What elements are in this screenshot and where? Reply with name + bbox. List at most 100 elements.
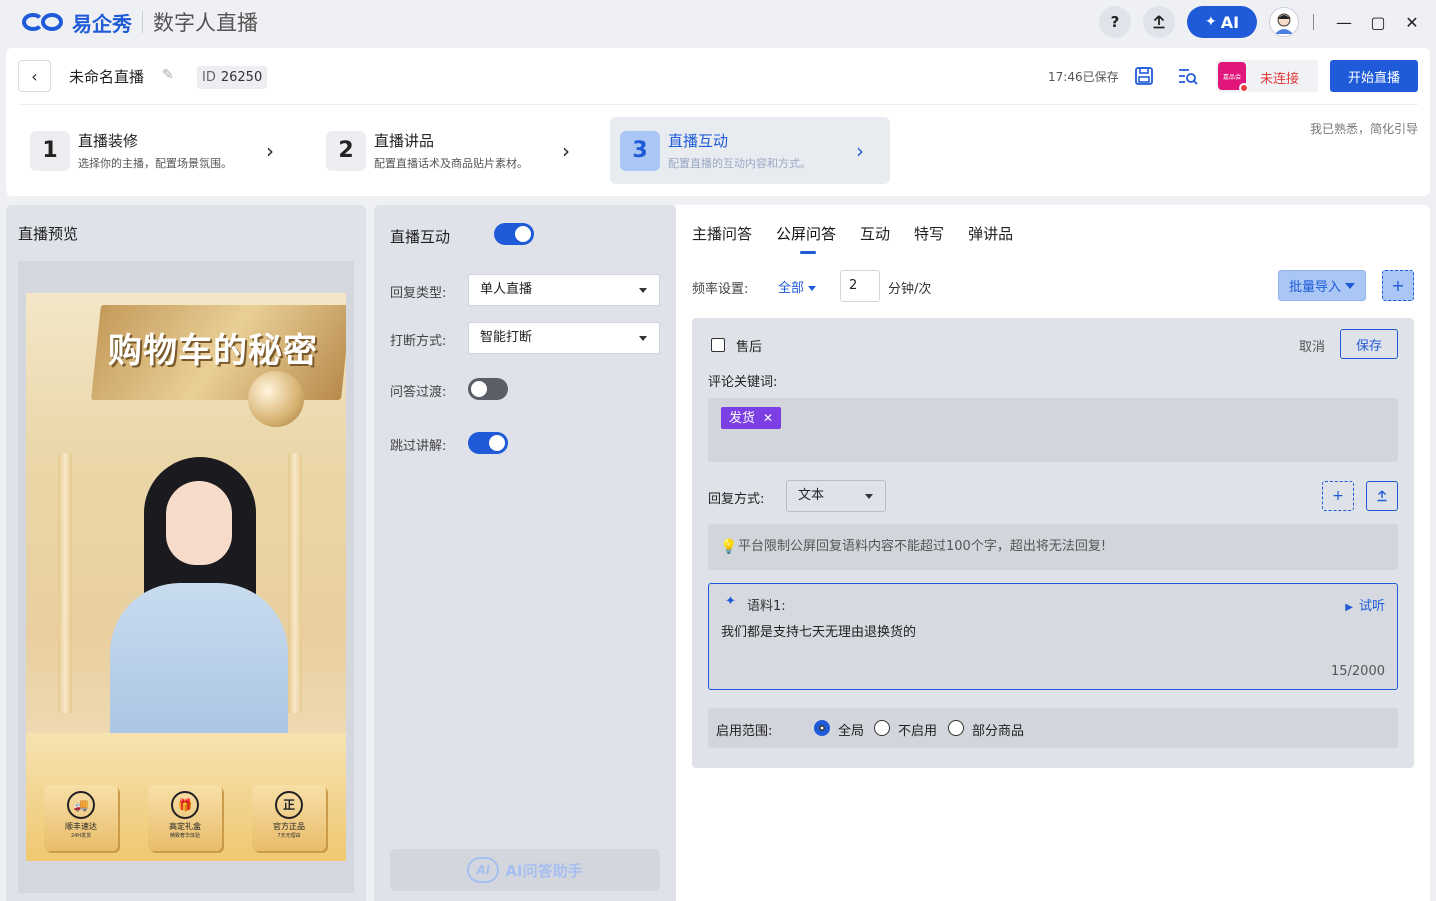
save-button[interactable]: 保存 xyxy=(1340,329,1398,359)
decor-pillar xyxy=(288,453,302,713)
chevron-left-icon: ‹ xyxy=(31,66,38,86)
skip-toggle[interactable] xyxy=(468,432,508,454)
header-card: ‹ 未命名直播 ✎ ID 26250 17:46已保存 嘉品会 未连接 开始直播 … xyxy=(6,48,1430,196)
banner-title: 购物车的秘密 xyxy=(108,331,318,371)
start-live-button[interactable]: 开始直播 xyxy=(1330,60,1418,92)
step-desc: 选择你的主播，配置场景氛围。 xyxy=(78,157,232,170)
try-listen-button[interactable]: ▶ 试听 xyxy=(1345,595,1385,614)
brand-name: 易企秀 xyxy=(72,11,132,36)
edit-icon[interactable]: ✎ xyxy=(162,67,174,83)
upload-button[interactable] xyxy=(1143,6,1175,38)
ai-assistant-button[interactable]: AI AI问答助手 xyxy=(390,849,660,891)
scope-global-radio[interactable] xyxy=(814,720,830,736)
back-button[interactable]: ‹ xyxy=(18,60,51,92)
step-2[interactable]: 2 直播讲品 配置直播话术及商品贴片素材。 › xyxy=(316,117,586,184)
upload-corpus-button[interactable] xyxy=(1366,481,1398,511)
step-number: 1 xyxy=(30,130,70,171)
project-id-badge: ID 26250 xyxy=(197,66,268,89)
step-desc: 配置直播的互动内容和方式。 xyxy=(668,157,811,170)
badge-label: 官方正品 xyxy=(273,822,305,831)
decor-pillar xyxy=(58,453,72,713)
window-divider xyxy=(1313,14,1314,30)
qa-select-checkbox[interactable] xyxy=(711,338,725,352)
step-1[interactable]: 1 直播装修选择你的主播，配置场景氛围。 › xyxy=(20,117,290,184)
title-bar: 易企秀 数字人直播 ? ✦ AI — ▢ ✕ xyxy=(0,0,1436,44)
try-listen-label: 试听 xyxy=(1358,599,1385,614)
maximize-button[interactable]: ▢ xyxy=(1368,13,1388,32)
qa-title: 售后 xyxy=(736,340,763,355)
caret-down-icon xyxy=(639,336,647,341)
frequency-label: 频率设置: xyxy=(692,282,749,297)
scope-label: 启用范围: xyxy=(716,724,773,739)
add-qa-button[interactable]: + xyxy=(1382,270,1414,301)
shop-connection[interactable]: 嘉品会 未连接 xyxy=(1216,60,1318,93)
chevron-right-icon: › xyxy=(856,139,864,163)
step-3[interactable]: 3 直播互动 配置直播的互动内容和方式。 › xyxy=(610,117,890,184)
truck-icon: 🚚 xyxy=(67,791,95,819)
tab-public-qa[interactable]: 公屏问答 xyxy=(776,223,836,254)
chevron-right-icon: › xyxy=(266,139,274,163)
search-list-icon xyxy=(1179,69,1198,85)
scope-disabled-radio[interactable] xyxy=(874,720,890,736)
corpus-label: 语料1: xyxy=(747,599,786,614)
reply-method-label: 回复方式: xyxy=(708,492,765,507)
save-draft-button[interactable] xyxy=(1132,64,1156,88)
genuine-icon: 正 xyxy=(275,791,303,819)
help-button[interactable]: ? xyxy=(1099,6,1131,38)
id-value: 26250 xyxy=(220,70,263,85)
frequency-unit: 分钟/次 xyxy=(888,282,932,297)
batch-import-button[interactable]: 批量导入 xyxy=(1278,270,1366,301)
gold-sphere xyxy=(248,371,304,427)
badge-genuine: 正 官方正品 7天无理由 xyxy=(252,785,326,851)
close-button[interactable]: ✕ xyxy=(1402,13,1422,32)
app-logo: 易企秀 xyxy=(22,8,132,37)
reply-method-select[interactable]: 文本 xyxy=(786,480,886,512)
minimize-button[interactable]: — xyxy=(1334,13,1354,32)
logo-mark-icon xyxy=(22,11,68,33)
interrupt-select[interactable]: 智能打断 xyxy=(468,322,660,354)
step-number: 2 xyxy=(326,130,366,171)
tab-interaction[interactable]: 互动 xyxy=(860,223,890,244)
interaction-toggle[interactable] xyxy=(494,223,534,245)
badge-gift: 🎁 高定礼盒 精致奢华体验 xyxy=(148,785,222,851)
tab-host-qa[interactable]: 主播问答 xyxy=(692,223,752,244)
close-icon[interactable]: ✕ xyxy=(763,411,773,425)
tab-popup-product[interactable]: 弹讲品 xyxy=(968,223,1013,244)
user-avatar-icon xyxy=(1275,13,1293,34)
keyword-input[interactable]: 发货 ✕ xyxy=(708,398,1398,462)
corpus-editor[interactable]: ✦ 语料1: ▶ 试听 我们都是支持七天无理由退换货的 15/2000 xyxy=(708,583,1398,690)
gift-icon: 🎁 xyxy=(171,791,199,819)
corpus-text[interactable]: 我们都是支持七天无理由退换货的 xyxy=(721,621,916,640)
frequency-scope-dropdown[interactable]: 全部 xyxy=(778,277,817,296)
char-count: 15/2000 xyxy=(1330,664,1385,679)
badge-sub: 24H发货 xyxy=(70,833,92,839)
caret-down-icon xyxy=(865,494,873,499)
add-corpus-button[interactable]: + xyxy=(1322,481,1354,511)
caret-down-icon xyxy=(639,288,647,293)
step-title: 直播装修 xyxy=(78,132,139,150)
user-avatar[interactable] xyxy=(1269,7,1299,37)
upload-icon xyxy=(1377,490,1387,502)
preview-frame: 购物车的秘密 🚚 顺丰速达 24H发货 🎁 高定礼盒 精致奢华体验 正 官方正品… xyxy=(18,261,354,893)
ai-button-label: AI xyxy=(1220,12,1240,32)
frequency-input[interactable]: 2 xyxy=(840,270,880,302)
interrupt-label: 打断方式: xyxy=(390,334,447,349)
caret-down-icon xyxy=(808,286,817,291)
interaction-settings-panel: 直播互动 回复类型: 单人直播 打断方式: 智能打断 问答过渡: 跳过讲解: A… xyxy=(374,205,676,901)
presenter-face xyxy=(166,481,232,565)
simplify-guide-link[interactable]: 我已熟悉，简化引导 xyxy=(1310,120,1418,137)
search-list-button[interactable] xyxy=(1176,64,1200,88)
tab-closeup[interactable]: 特写 xyxy=(914,223,944,244)
project-name: 未命名直播 xyxy=(69,68,145,86)
keyword-tag: 发货 ✕ xyxy=(721,407,782,429)
help-icon: ? xyxy=(1110,13,1120,31)
transition-toggle[interactable] xyxy=(468,378,508,400)
cancel-button[interactable]: 取消 xyxy=(1299,336,1325,355)
badge-label: 高定礼盒 xyxy=(169,822,201,831)
upload-icon xyxy=(1153,15,1165,29)
reply-type-select[interactable]: 单人直播 xyxy=(468,274,660,306)
ai-button[interactable]: ✦ AI xyxy=(1187,6,1257,38)
step-title: 直播讲品 xyxy=(374,132,435,150)
preview-title: 直播预览 xyxy=(18,225,79,243)
scope-partial-radio[interactable] xyxy=(948,720,964,736)
